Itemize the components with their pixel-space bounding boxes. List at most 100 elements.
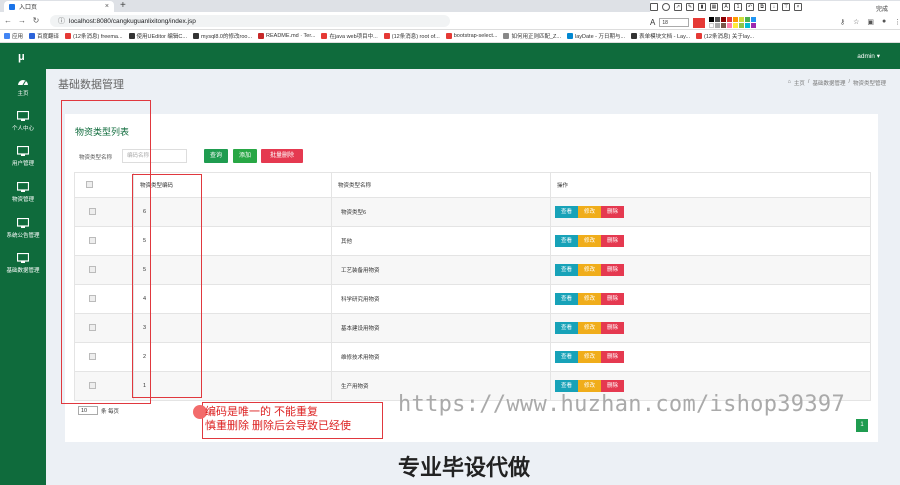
edit-button[interactable]: 修改	[578, 322, 601, 334]
view-button[interactable]: 查看	[555, 351, 578, 363]
sidebar-item[interactable]: 系统公告管理	[0, 218, 46, 239]
pen-tool-icon[interactable]: ✎	[686, 3, 694, 11]
delete-button[interactable]: 删除	[601, 351, 624, 363]
reload-icon[interactable]: ↻	[32, 16, 40, 25]
bookmark-label: README.md · Ter...	[266, 33, 316, 39]
bookmark-item[interactable]: layDate - 万日期与...	[566, 32, 626, 40]
breadcrumb-current: 物资类型管理	[852, 81, 886, 87]
sidebar-item[interactable]: 主页	[0, 76, 46, 97]
close-tab-icon[interactable]: ×	[105, 3, 109, 10]
undo-icon[interactable]: ↶	[746, 3, 754, 11]
done-button[interactable]: 完成	[876, 4, 888, 13]
bookmark-label: 在java web项目中...	[329, 34, 378, 40]
view-button[interactable]: 查看	[555, 235, 578, 247]
annotation-line-2: 慎重删除 删除后会导致已经使	[205, 420, 352, 432]
delete-button[interactable]: 删除	[601, 206, 624, 218]
bookmark-label: (12条消息) root of...	[391, 34, 440, 40]
bookmark-item[interactable]: 应用	[4, 32, 23, 40]
user-menu[interactable]: admin ▾	[857, 52, 880, 60]
current-color-swatch[interactable]	[693, 17, 706, 28]
page-size-select[interactable]: 10	[78, 406, 98, 415]
bookmark-item[interactable]: 使用UEditor 编辑C...	[128, 32, 187, 40]
delete-button[interactable]: 删除	[601, 380, 624, 392]
query-button[interactable]: 查询	[204, 149, 228, 163]
copy-icon[interactable]: ⧉	[758, 3, 766, 11]
number-tool-icon[interactable]: 1	[734, 3, 742, 11]
marker-tool-icon[interactable]: ▮	[698, 3, 706, 11]
edit-button[interactable]: 修改	[578, 380, 601, 392]
bookmark-label: 如何用正则匹配_Z...	[511, 34, 561, 40]
delete-button[interactable]: 删除	[601, 293, 624, 305]
bookmark-item[interactable]: (12条消息) freema...	[65, 32, 123, 40]
bookmark-item[interactable]: 在java web项目中...	[321, 32, 378, 40]
rectangle-tool-icon[interactable]	[650, 3, 658, 11]
monitor-icon	[17, 111, 29, 121]
breadcrumb-section[interactable]: 基础数据管理	[812, 79, 845, 87]
menu-icon[interactable]: ⋮	[894, 18, 900, 26]
view-button[interactable]: 查看	[555, 293, 578, 305]
url-text: localhost:8080/cangkuguanlixitong/index.…	[69, 17, 196, 25]
view-button[interactable]: 查看	[555, 380, 578, 392]
sidebar-item-label: 物资管理	[11, 197, 34, 203]
delete-button[interactable]: 删除	[601, 264, 624, 276]
bookmark-item[interactable]: 百度翻译	[29, 32, 59, 40]
monitor-icon	[17, 146, 29, 156]
bookmark-label: layDate - 万日期与...	[574, 34, 626, 40]
delete-button[interactable]: 删除	[601, 322, 624, 334]
page-button-current[interactable]: 1	[856, 419, 868, 432]
row-name: 基本建设用物资	[331, 313, 551, 343]
bookmark-item[interactable]: 表单模块文档 - Lay...	[631, 32, 690, 40]
sidebar-item[interactable]: 物资管理	[0, 182, 46, 203]
monitor-icon	[17, 253, 29, 263]
sidebar-item[interactable]: 个人中心	[0, 111, 46, 132]
sidebar-item[interactable]: 用户管理	[0, 146, 46, 167]
key-icon[interactable]: ⚷	[840, 18, 845, 26]
edit-button[interactable]: 修改	[578, 351, 601, 363]
star-icon[interactable]: ☆	[853, 18, 859, 26]
new-tab-icon[interactable]: +	[120, 0, 126, 12]
url-field[interactable]: ⓘ localhost:8080/cangkuguanlixitong/inde…	[50, 15, 450, 27]
bookmark-favicon-icon	[4, 33, 10, 39]
ellipse-tool-icon[interactable]	[662, 3, 670, 11]
row-actions: 查看 修改 删除	[550, 284, 871, 314]
promo-banner: 专业毕设代做	[398, 455, 531, 480]
mosaic-tool-icon[interactable]: ▦	[710, 3, 718, 11]
bookmark-item[interactable]: (12条消息) root of...	[383, 32, 440, 40]
delete-button[interactable]: 删除	[601, 235, 624, 247]
back-icon[interactable]: ←	[4, 16, 12, 25]
download-icon[interactable]: ↓	[770, 3, 778, 11]
browser-tab[interactable]: 入口页 ×	[4, 1, 114, 12]
view-button[interactable]: 查看	[555, 322, 578, 334]
edit-button[interactable]: 修改	[578, 293, 601, 305]
color-palette[interactable]	[709, 17, 757, 28]
edit-button[interactable]: 修改	[578, 206, 601, 218]
pin-icon[interactable]: ⊤	[782, 3, 790, 11]
forward-icon[interactable]: →	[18, 16, 26, 25]
arrow-tool-icon[interactable]: ↗	[674, 3, 682, 11]
cancel-icon[interactable]: ×	[794, 3, 802, 11]
bookmark-item[interactable]: 如何用正则匹配_Z...	[503, 32, 561, 40]
bookmark-item[interactable]: mysql8.0的修改roo...	[192, 32, 252, 40]
bookmark-label: 表单模块文档 - Lay...	[639, 34, 691, 40]
add-button[interactable]: 添加	[233, 149, 257, 163]
bookmark-label: 使用UEditor 编辑C...	[136, 34, 187, 40]
edit-button[interactable]: 修改	[578, 235, 601, 247]
view-button[interactable]: 查看	[555, 206, 578, 218]
batch-delete-button[interactable]: 批量删除	[261, 149, 303, 163]
row-name: 物资类型6	[331, 197, 551, 227]
profile-icon[interactable]: ●	[882, 18, 886, 26]
extension-icon[interactable]: ▣	[867, 18, 874, 26]
edit-button[interactable]: 修改	[578, 264, 601, 276]
breadcrumb-home[interactable]: 主页	[794, 79, 805, 87]
font-size-select[interactable]: 18	[659, 18, 690, 27]
column-header-name: 物资类型名称	[331, 172, 551, 198]
sidebar-item[interactable]: 基础数据管理	[0, 253, 46, 274]
row-actions: 查看 修改 删除	[550, 313, 871, 343]
text-tool-icon[interactable]: A	[722, 3, 730, 11]
bookmark-item[interactable]: bootstrap-select...	[445, 33, 497, 39]
sidebar-item-label: 基础数据管理	[6, 268, 40, 274]
bookmark-item[interactable]: README.md · Ter...	[258, 33, 315, 39]
view-button[interactable]: 查看	[555, 264, 578, 276]
breadcrumb: ⌂ 主页 / 基础数据管理 / 物资类型管理	[788, 79, 886, 87]
bookmark-item[interactable]: (12条消息) 关于lay...	[696, 32, 754, 40]
